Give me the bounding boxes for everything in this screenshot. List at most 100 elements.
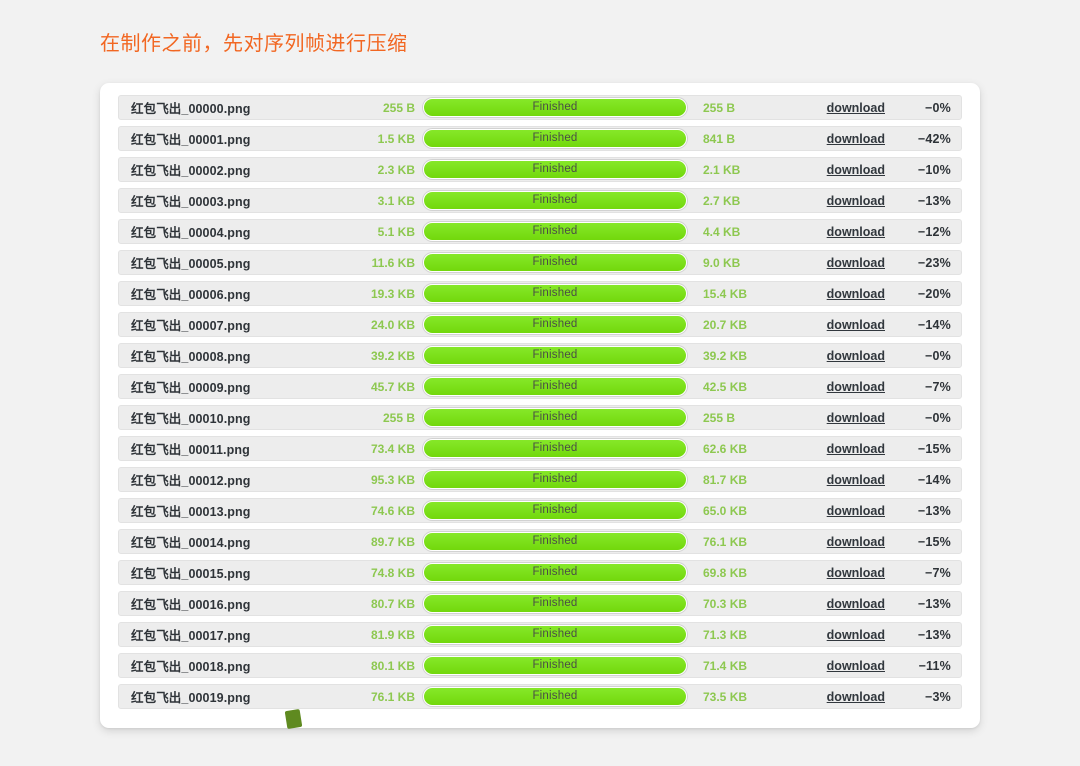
compressed-size: 70.3 KB (703, 597, 795, 611)
progress-cell: Finished (423, 98, 703, 117)
table-row: 红包飞出_00014.png89.7 KBFinished76.1 KBdown… (118, 529, 962, 554)
original-size: 24.0 KB (327, 318, 423, 332)
file-name: 红包飞出_00009.png (131, 377, 327, 396)
file-name: 红包飞出_00006.png (131, 284, 327, 303)
progress-cell: Finished (423, 160, 703, 179)
download-link[interactable]: download (827, 504, 885, 518)
status-label: Finished (532, 226, 577, 238)
table-row: 红包飞出_00010.png255 BFinished255 Bdownload… (118, 405, 962, 430)
compressed-size: 255 B (703, 411, 795, 425)
download-cell: download (795, 99, 899, 117)
saving-percent: −3% (899, 690, 951, 704)
download-link[interactable]: download (827, 473, 885, 487)
progress-cell: Finished (423, 284, 703, 303)
original-size: 11.6 KB (327, 256, 423, 270)
saving-percent: −7% (899, 380, 951, 394)
saving-percent: −0% (899, 349, 951, 363)
compressed-size: 2.1 KB (703, 163, 795, 177)
status-label: Finished (532, 319, 577, 331)
page-title: 在制作之前，先对序列帧进行压缩 (100, 27, 408, 56)
download-link[interactable]: download (827, 535, 885, 549)
download-link[interactable]: download (827, 628, 885, 642)
download-link[interactable]: download (827, 690, 885, 704)
download-link[interactable]: download (827, 349, 885, 363)
drop-tab-marker (285, 709, 303, 729)
compressed-size: 2.7 KB (703, 194, 795, 208)
download-cell: download (795, 347, 899, 365)
download-cell: download (795, 595, 899, 613)
status-label: Finished (532, 257, 577, 269)
original-size: 19.3 KB (327, 287, 423, 301)
original-size: 1.5 KB (327, 132, 423, 146)
table-row: 红包飞出_00016.png80.7 KBFinished 70.3 KB down… (118, 591, 962, 616)
file-name: 红包飞出_00016.png (131, 594, 327, 613)
download-cell: download (795, 688, 899, 706)
table-row: 红包飞出_00000.png255 BFinished255 Bdownload… (118, 95, 962, 120)
saving-percent: −12% (899, 225, 951, 239)
download-link[interactable]: download (827, 163, 885, 177)
status-label: Finished (532, 474, 577, 486)
progress-bar: Finished (423, 687, 687, 706)
status-label: Finished (532, 691, 577, 703)
status-label: Finished (532, 133, 577, 145)
progress-bar: Finished (423, 284, 687, 303)
progress-cell: Finished (423, 656, 703, 675)
download-link[interactable]: download (827, 225, 885, 239)
saving-percent: −0% (899, 101, 951, 115)
original-size: 39.2 KB (327, 349, 423, 363)
download-link[interactable]: download (827, 659, 885, 673)
progress-cell: Finished (423, 377, 703, 396)
download-link[interactable]: download (827, 256, 885, 270)
download-link[interactable]: download (827, 287, 885, 301)
progress-cell: Finished (423, 625, 703, 644)
table-row: 红包飞出_00005.png11.6 KBFinished9.0 KBdownl… (118, 250, 962, 275)
progress-bar: Finished (423, 594, 687, 613)
compressed-size: 841 B (703, 132, 795, 146)
file-name: 红包飞出_00015.png (131, 563, 327, 582)
saving-percent: −23% (899, 256, 951, 270)
download-link[interactable]: download (827, 194, 885, 208)
progress-cell: Finished (423, 439, 703, 458)
progress-bar: Finished (423, 222, 687, 241)
file-name: 红包飞出_00001.png (131, 129, 327, 148)
table-row: 红包飞出_00013.png74.6 KBFinished65.0 KBdown… (118, 498, 962, 523)
download-link[interactable]: download (827, 597, 885, 611)
file-name: 红包飞出_00008.png (131, 346, 327, 365)
download-cell: download (795, 285, 899, 303)
table-row: 红包飞出_00002.png2.3 KBFinished2.1 KBdownlo… (118, 157, 962, 182)
progress-cell: Finished (423, 594, 703, 613)
original-size: 80.7 KB (327, 597, 423, 611)
file-name: 红包飞出_00005.png (131, 253, 327, 272)
progress-cell: Finished (423, 315, 703, 334)
file-name: 红包飞出_00010.png (131, 408, 327, 427)
download-link[interactable]: download (827, 318, 885, 332)
progress-cell: Finished (423, 532, 703, 551)
status-label: Finished (532, 443, 577, 455)
download-link[interactable]: download (827, 101, 885, 115)
download-link[interactable]: download (827, 411, 885, 425)
compressed-size: 73.5 KB (703, 690, 795, 704)
file-list: 红包飞出_00000.png 255 B Finished 255 B download… (100, 95, 980, 715)
saving-percent: −42% (899, 132, 951, 146)
download-link[interactable]: download (827, 132, 885, 146)
status-label: Finished (532, 536, 577, 548)
compressed-size: 15.4 KB (703, 287, 795, 301)
compressed-size: 81.7 KB (703, 473, 795, 487)
original-size: 81.9 KB (327, 628, 423, 642)
original-size: 45.7 KB (327, 380, 423, 394)
saving-percent: −14% (899, 473, 951, 487)
saving-percent: −10% (899, 163, 951, 177)
file-name: 红包飞出_00000.png (131, 98, 327, 117)
download-cell: download (795, 626, 899, 644)
original-size: 3.1 KB (327, 194, 423, 208)
download-link[interactable]: download (827, 566, 885, 580)
download-link[interactable]: download (827, 442, 885, 456)
progress-cell: Finished (423, 470, 703, 489)
compressed-size: 4.4 KB (703, 225, 795, 239)
download-link[interactable]: download (827, 380, 885, 394)
table-row: 红包飞出_00004.png5.1 KBFinished4.4 KBdownlo… (118, 219, 962, 244)
original-size: 255 B (327, 411, 423, 425)
status-label: Finished (532, 660, 577, 672)
progress-bar: Finished (423, 439, 687, 458)
progress-bar: Finished (423, 377, 687, 396)
